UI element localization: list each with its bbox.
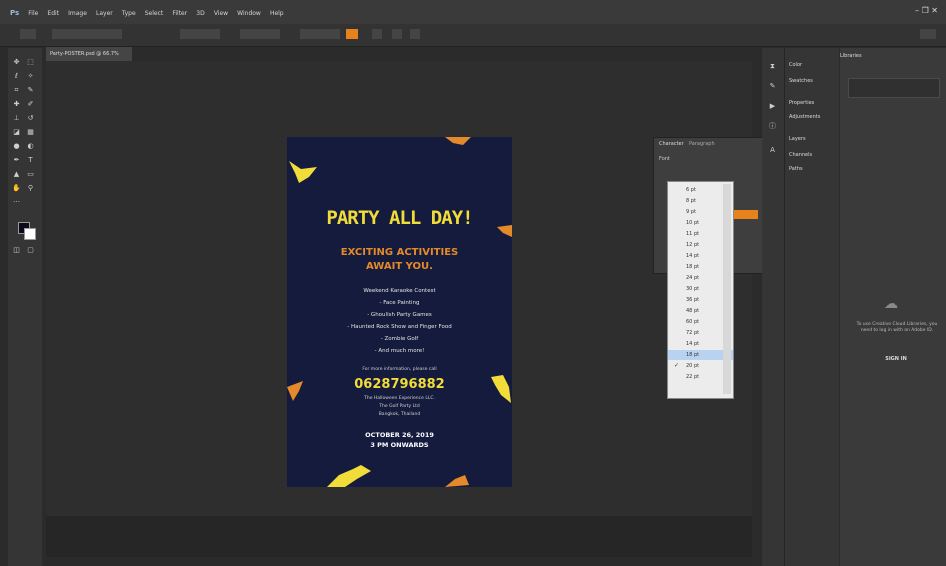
history-icon[interactable]: ⧗: [768, 62, 777, 70]
bat-decoration-icon: [327, 465, 371, 487]
zoom-tool-icon[interactable]: ⚲: [26, 184, 35, 192]
tool-preset-button[interactable]: [20, 29, 36, 39]
font-family-select[interactable]: [52, 29, 122, 39]
toggle-panels-button[interactable]: [392, 29, 402, 39]
menu-bar: Ps File Edit Image Layer Type Select Fil…: [0, 0, 946, 24]
check-icon: ✓: [674, 362, 680, 369]
document-tab[interactable]: Party-POSTER.psd @ 66.7%: [46, 47, 132, 61]
panel-icon-strip: ⧗ ✎ ▶ ⓘ A: [762, 48, 784, 566]
contact-label: For more information, please call: [362, 367, 437, 372]
font-size-select[interactable]: [240, 29, 280, 39]
tools-panel: ✥ ⬚ ℓ ✧ ⌗ ✎ ✚ ✐ ⊥ ↺ ◪ ▦ ● ◐ ✒ T ▲ ▭ ✋ ⚲ …: [8, 48, 42, 566]
menu-layer[interactable]: Layer: [96, 2, 113, 26]
poster-title: PARTY ALL DAY!: [326, 207, 473, 229]
shape-tool-icon[interactable]: ▭: [26, 170, 35, 178]
type-tool-icon[interactable]: T: [26, 156, 35, 164]
menu-select[interactable]: Select: [145, 2, 164, 26]
menu-3d[interactable]: 3D: [196, 2, 204, 26]
options-bar: [0, 24, 946, 47]
gradient-icon[interactable]: ▦: [26, 128, 35, 136]
screen-mode-icon[interactable]: ▢: [26, 246, 35, 254]
font-family-field[interactable]: Font: [659, 156, 670, 162]
address-line: The Halloween Experience LLC.: [364, 396, 435, 401]
healing-brush-icon[interactable]: ✚: [12, 100, 21, 108]
poster-subtitle-line2: AWAIT YOU.: [366, 261, 433, 272]
move-tool-icon[interactable]: ✥: [12, 58, 21, 66]
app-logo: Ps: [10, 9, 20, 17]
panel-channels[interactable]: Channels: [789, 152, 812, 158]
panel-swatches[interactable]: Swatches: [789, 78, 813, 84]
history-brush-icon[interactable]: ↺: [26, 114, 35, 122]
hand-tool-icon[interactable]: ✋: [12, 184, 21, 192]
tab-libraries[interactable]: Libraries: [840, 53, 862, 59]
warp-text-button[interactable]: [372, 29, 382, 39]
menu-window[interactable]: Window: [237, 2, 261, 26]
panel-properties[interactable]: Properties: [789, 100, 814, 106]
bat-decoration-icon: [289, 161, 317, 183]
info-icon[interactable]: ⓘ: [768, 122, 777, 130]
poster-subtitle-line1: EXCITING ACTIVITIES: [340, 247, 459, 258]
magic-wand-icon[interactable]: ✧: [26, 72, 35, 80]
actions-icon[interactable]: ▶: [768, 102, 777, 110]
lasso-tool-icon[interactable]: ℓ: [12, 72, 21, 80]
edit-toolbar-icon[interactable]: …: [12, 196, 21, 204]
poster-artboard[interactable]: PARTY ALL DAY! EXCITING ACTIVITIES AWAIT…: [287, 137, 512, 487]
align-buttons[interactable]: [300, 29, 340, 39]
menu-file[interactable]: File: [28, 2, 38, 26]
marquee-tool-icon[interactable]: ⬚: [26, 58, 35, 66]
pen-tool-icon[interactable]: ✒: [12, 156, 21, 164]
activity-line: - And much more!: [374, 348, 425, 354]
dropdown-scrollbar[interactable]: [723, 184, 731, 394]
path-select-icon[interactable]: ▲: [12, 170, 21, 178]
activity-line: - Zombie Golf: [380, 336, 419, 342]
character-icon[interactable]: A: [768, 146, 777, 154]
eraser-icon[interactable]: ◪: [12, 128, 21, 136]
cloud-icon: ☁: [884, 296, 898, 312]
bat-decoration-icon: [445, 137, 471, 145]
3d-button[interactable]: [410, 29, 420, 39]
library-select[interactable]: [848, 78, 940, 98]
brush-tool-icon[interactable]: ✐: [26, 100, 35, 108]
panel-adjustments[interactable]: Adjustments: [789, 114, 820, 120]
tab-paragraph[interactable]: Paragraph: [689, 141, 715, 147]
menu-image[interactable]: Image: [68, 2, 87, 26]
status-bar: [46, 557, 752, 566]
activity-line: - Face Painting: [379, 300, 420, 306]
quick-mask-icon[interactable]: ◫: [12, 246, 21, 254]
brush-presets-icon[interactable]: ✎: [768, 82, 777, 90]
menu-filter[interactable]: Filter: [172, 2, 187, 26]
panel-layers[interactable]: Layers: [789, 136, 806, 142]
crop-tool-icon[interactable]: ⌗: [12, 86, 21, 94]
menu-view[interactable]: View: [214, 2, 228, 26]
background-color-swatch[interactable]: [24, 228, 36, 240]
poster-time: 3 PM ONWARDS: [370, 441, 429, 449]
menu-edit[interactable]: Edit: [47, 2, 59, 26]
window-controls[interactable]: – ❐ ✕: [915, 6, 938, 15]
dodge-tool-icon[interactable]: ◐: [26, 142, 35, 150]
menu-help[interactable]: Help: [270, 2, 284, 26]
blur-tool-icon[interactable]: ●: [12, 142, 21, 150]
libraries-message: To use Creative Cloud Libraries, you nee…: [856, 322, 938, 333]
workspace-button[interactable]: [920, 29, 936, 39]
text-color-field[interactable]: [734, 210, 758, 219]
panel-color[interactable]: Color: [789, 62, 802, 68]
panel-group: Color Swatches Properties Adjustments La…: [784, 48, 839, 566]
activity-line: Weekend Karaoke Contest: [363, 288, 436, 294]
activity-line: - Haunted Rock Show and Finger Food: [347, 324, 452, 330]
clone-stamp-icon[interactable]: ⊥: [12, 114, 21, 122]
poster-phone: 0628796882: [354, 377, 445, 392]
address-line: The Golf Party Ltd: [379, 404, 420, 409]
poster-date: OCTOBER 26, 2019: [365, 431, 434, 439]
text-color-swatch[interactable]: [346, 29, 358, 39]
address-line: Bangkok, Thailand: [378, 412, 421, 417]
bat-decoration-icon: [445, 475, 469, 487]
menu-type[interactable]: Type: [122, 2, 136, 26]
panel-paths[interactable]: Paths: [789, 166, 803, 172]
sign-in-button[interactable]: SIGN IN: [866, 356, 926, 362]
font-style-select[interactable]: [180, 29, 220, 39]
tab-character[interactable]: Character: [659, 141, 684, 147]
eyedropper-icon[interactable]: ✎: [26, 86, 35, 94]
activity-line: - Ghoulish Party Games: [367, 312, 432, 318]
